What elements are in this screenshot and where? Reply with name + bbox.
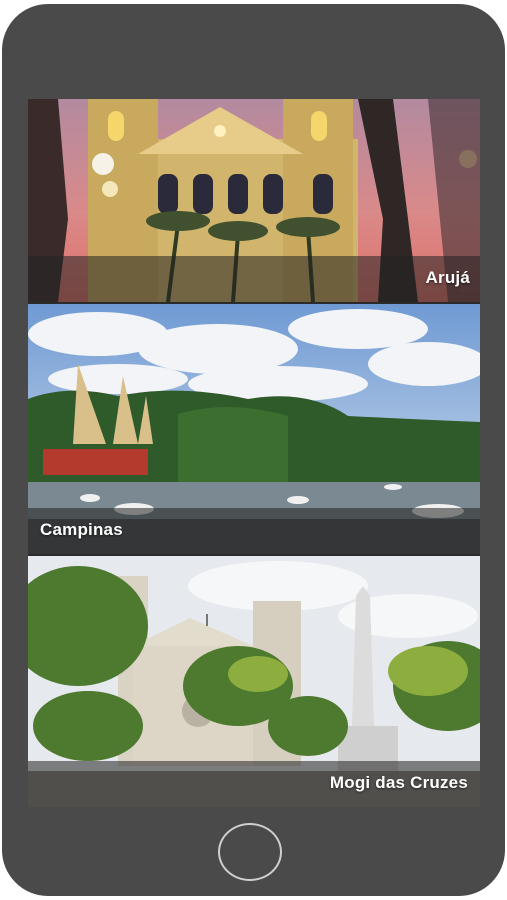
- city-name-mogi-das-cruzes: Mogi das Cruzes: [329, 773, 468, 792]
- city-name-campinas: Campinas: [40, 520, 123, 539]
- city-card-mogi-das-cruzes[interactable]: Mogi das Cruzes: [28, 556, 480, 807]
- city-name-aruja: Arujá: [425, 268, 470, 287]
- home-button[interactable]: [218, 823, 282, 881]
- city-card-aruja[interactable]: Arujá: [28, 99, 480, 302]
- aruja-label-band: [28, 256, 480, 302]
- city-card-campinas[interactable]: Campinas: [28, 304, 480, 554]
- phone-frame: Arujá Campinas Mogi das Cruzes: [2, 4, 505, 896]
- city-list[interactable]: Arujá Campinas Mogi das Cruzes: [28, 99, 480, 807]
